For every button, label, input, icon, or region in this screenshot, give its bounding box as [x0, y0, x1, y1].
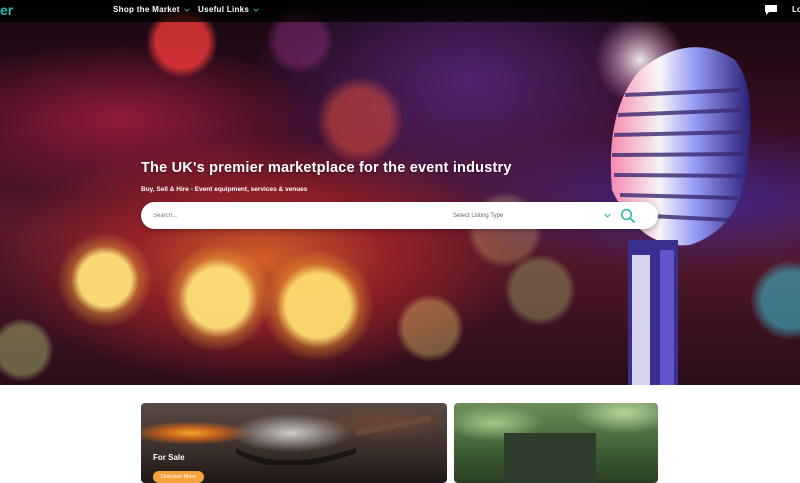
listing-type-select[interactable]: Select Listing Type [453, 208, 611, 223]
nav-useful-links-label: Useful Links [198, 5, 250, 14]
card-for-hire[interactable] [454, 403, 658, 483]
chevron-down-icon [604, 213, 611, 218]
category-cards-section: For Sale Discover More [0, 385, 800, 483]
tent-image [504, 433, 596, 483]
wok-cooking-image [236, 415, 432, 465]
microphone-image [595, 15, 751, 385]
hero-banner [0, 0, 800, 385]
search-input[interactable] [153, 208, 433, 223]
top-navigation-bar: er Shop the Market Useful Links Lo [0, 0, 800, 22]
card-for-sale-title: For Sale [153, 453, 185, 462]
card-for-sale[interactable]: For Sale Discover More [141, 403, 447, 483]
chat-bubble-icon[interactable] [764, 4, 778, 16]
listing-type-label: Select Listing Type [453, 212, 504, 219]
nav-useful-links[interactable]: Useful Links [198, 5, 259, 14]
chevron-down-icon [253, 7, 259, 12]
nav-shop-the-market-label: Shop the Market [113, 5, 180, 14]
chevron-down-icon [183, 7, 190, 12]
hero-subtitle: Buy, Sell & Hire - Event equipment, serv… [141, 186, 308, 193]
hero-title: The UK's premier marketplace for the eve… [141, 160, 512, 176]
search-icon[interactable] [620, 208, 636, 224]
search-bar: Select Listing Type [141, 202, 658, 229]
nav-shop-the-market[interactable]: Shop the Market [113, 5, 190, 14]
discover-more-button[interactable]: Discover More [153, 471, 205, 483]
site-logo[interactable]: er [0, 2, 13, 18]
login-link[interactable]: Lo [792, 5, 800, 14]
